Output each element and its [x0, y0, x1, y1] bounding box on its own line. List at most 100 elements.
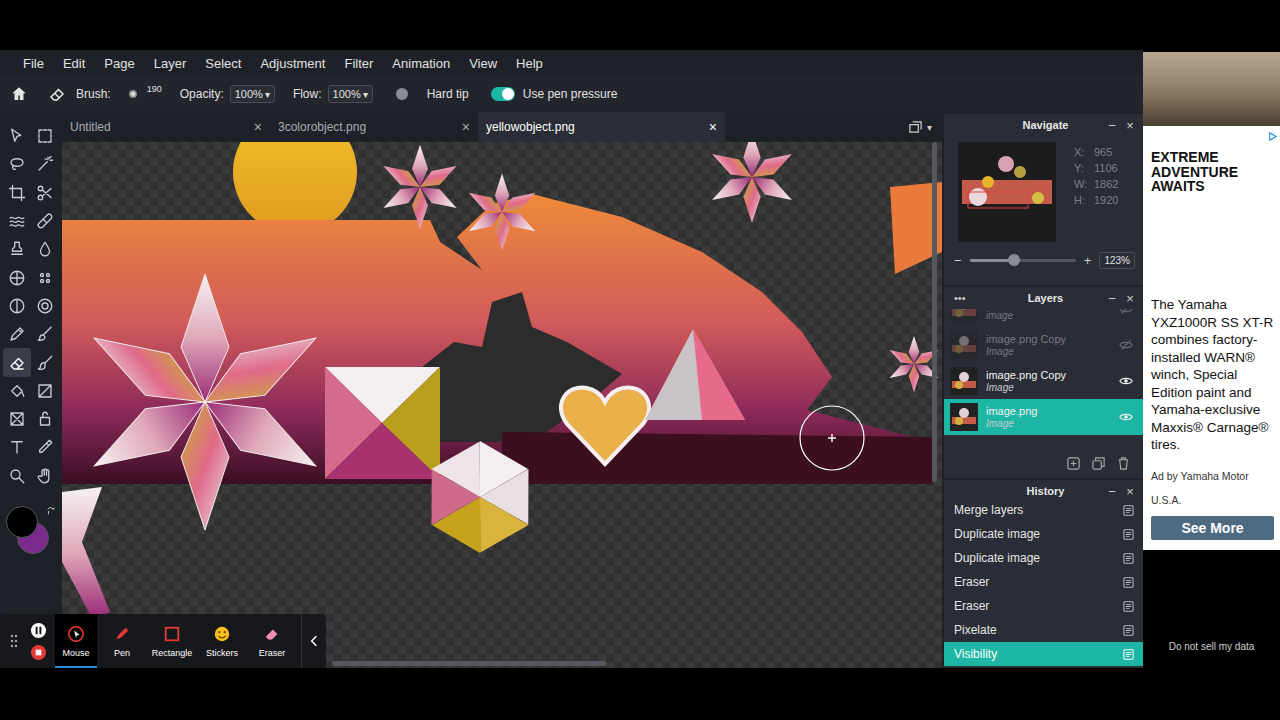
tool-button[interactable] — [31, 320, 59, 348]
history-item[interactable]: Visibility — [944, 642, 1143, 666]
add-layer-icon[interactable] — [1066, 456, 1081, 471]
close-button[interactable]: × — [1125, 291, 1135, 306]
document-tab[interactable]: yellowobject.png × — [478, 112, 725, 142]
tool-button[interactable] — [31, 433, 59, 461]
tool-button[interactable] — [3, 150, 31, 178]
zoom-value[interactable]: 123% — [1099, 252, 1135, 269]
swap-colors-icon[interactable] — [46, 506, 56, 516]
brush-size[interactable]: 190 — [147, 84, 162, 94]
delete-layer-icon[interactable] — [1116, 456, 1131, 471]
tool-button[interactable] — [31, 235, 59, 263]
history-item[interactable]: Eraser — [944, 570, 1143, 594]
close-button[interactable]: × — [1125, 118, 1135, 133]
letterbox — [0, 668, 1280, 720]
tool-button[interactable] — [3, 179, 31, 207]
menu-item[interactable]: Help — [516, 56, 543, 71]
layout-button[interactable]: ▾ — [908, 112, 942, 142]
menu-item[interactable]: Layer — [154, 56, 187, 71]
minimize-button[interactable]: − — [1107, 118, 1117, 133]
minimize-button[interactable]: − — [1107, 291, 1117, 306]
recorder-tool[interactable]: Stickers — [197, 614, 247, 668]
zoom-in-button[interactable]: + — [1084, 253, 1092, 268]
recorder-tool[interactable]: Eraser — [247, 614, 297, 668]
eye-off-icon[interactable] — [1119, 338, 1133, 352]
history-item[interactable]: Merge layers — [944, 502, 1143, 522]
zoom-out-button[interactable]: − — [954, 253, 962, 268]
tool-button[interactable] — [3, 292, 31, 320]
privacy-link[interactable]: Do not sell my data — [1143, 641, 1280, 652]
advertisement[interactable]: EXTREME ADVENTURE AWAITS The Yamaha YXZ1… — [1143, 52, 1280, 550]
history-item[interactable]: Duplicate image — [944, 546, 1143, 570]
see-more-button[interactable]: See More — [1151, 516, 1274, 540]
tab-close[interactable]: × — [709, 119, 717, 135]
history-item[interactable]: Duplicate image — [944, 522, 1143, 546]
menu-item[interactable]: Page — [104, 56, 134, 71]
eye-icon[interactable] — [1119, 410, 1133, 424]
tool-button[interactable] — [31, 179, 59, 207]
vertical-scrollbar[interactable] — [932, 142, 937, 482]
tool-button[interactable] — [3, 377, 31, 405]
menu-item[interactable]: View — [469, 56, 497, 71]
opacity-field[interactable]: 100%▾ — [230, 85, 275, 103]
tool-button[interactable] — [31, 207, 59, 235]
horizontal-scrollbar[interactable] — [332, 661, 606, 666]
tool-button[interactable] — [31, 462, 59, 490]
menu-item[interactable]: Adjustment — [260, 56, 325, 71]
tool-button[interactable] — [3, 405, 31, 433]
tool-button[interactable] — [3, 462, 31, 490]
flow-field[interactable]: 100%▾ — [328, 85, 373, 103]
tool-button[interactable] — [3, 320, 31, 348]
zoom-knob[interactable] — [1008, 254, 1020, 266]
tool-button[interactable] — [31, 122, 59, 150]
history-item[interactable]: Eraser — [944, 594, 1143, 618]
canvas[interactable] — [62, 142, 942, 668]
tool-button[interactable] — [3, 433, 31, 461]
tool-button[interactable] — [31, 292, 59, 320]
adchoices-icon[interactable] — [1267, 131, 1278, 142]
tab-close[interactable]: × — [254, 119, 262, 135]
toggle-switch[interactable] — [491, 87, 515, 101]
tool-button[interactable] — [31, 377, 59, 405]
document-tab[interactable]: 3colorobject.png × — [270, 112, 478, 142]
duplicate-layer-icon[interactable] — [1091, 456, 1106, 471]
tool-button[interactable] — [31, 348, 59, 376]
eye-icon[interactable] — [1119, 374, 1133, 388]
drag-handle-icon[interactable] — [10, 634, 18, 648]
tool-button[interactable] — [3, 207, 31, 235]
layer-row[interactable]: image.png Copy Image — [944, 363, 1143, 399]
tool-button[interactable] — [3, 122, 31, 150]
menu-item[interactable]: Filter — [344, 56, 373, 71]
recorder-tool[interactable]: Mouse — [55, 614, 97, 668]
layer-row[interactable]: image.png Copy Image — [944, 327, 1143, 363]
home-icon[interactable] — [10, 85, 28, 103]
layer-row[interactable]: image.png Image — [944, 399, 1143, 435]
brush-preview[interactable] — [129, 90, 137, 98]
recorder-tool[interactable]: Rectangle — [147, 614, 197, 668]
stop-icon[interactable] — [30, 644, 47, 661]
document-tab[interactable]: Untitled × — [62, 112, 270, 142]
collapse-button[interactable] — [301, 614, 326, 668]
tool-button[interactable] — [3, 263, 31, 291]
panel-menu-button[interactable]: ••• — [954, 292, 984, 304]
layer-row[interactable]: image — [944, 309, 1143, 327]
tab-close[interactable]: × — [462, 119, 470, 135]
eye-off-icon[interactable] — [1119, 309, 1133, 316]
menu-item[interactable]: File — [23, 56, 44, 71]
toggle-switch[interactable] — [395, 87, 419, 101]
minimize-button[interactable]: − — [1107, 484, 1117, 499]
tool-button[interactable] — [31, 150, 59, 178]
navigator-preview[interactable] — [958, 142, 1056, 242]
pause-icon[interactable] — [30, 622, 47, 639]
menu-item[interactable]: Edit — [63, 56, 85, 71]
tool-button[interactable] — [31, 405, 59, 433]
menu-item[interactable]: Select — [205, 56, 241, 71]
menu-item[interactable]: Animation — [392, 56, 450, 71]
tool-button[interactable] — [3, 348, 31, 376]
zoom-slider[interactable] — [970, 259, 1076, 262]
recorder-tool[interactable]: Pen — [97, 614, 147, 668]
tool-button[interactable] — [31, 263, 59, 291]
close-button[interactable]: × — [1125, 484, 1135, 499]
tool-button[interactable] — [3, 235, 31, 263]
foreground-color[interactable] — [6, 506, 38, 538]
history-item[interactable]: Pixelate — [944, 618, 1143, 642]
